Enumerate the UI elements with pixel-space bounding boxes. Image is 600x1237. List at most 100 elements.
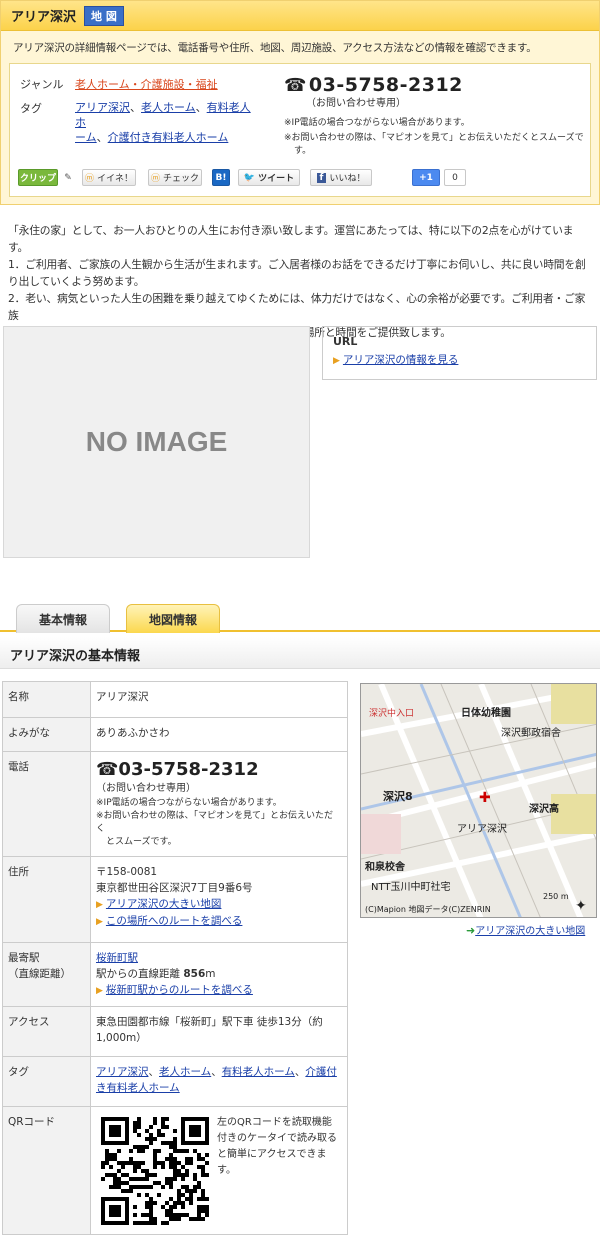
url-box: URL ▶ アリア深沢の情報を見る (322, 326, 597, 380)
url-link[interactable]: アリア深沢の情報を見る (343, 354, 459, 366)
phone-icon: ☎ (284, 75, 307, 96)
table-cell: 東急田園都市線「桜新町」駅下車 徒歩13分（約1,000m） (90, 1006, 348, 1057)
no-image-placeholder: NO IMAGE (3, 326, 310, 558)
arrow-icon: ▶ (96, 900, 103, 910)
go-icon: ➜ (466, 924, 476, 937)
table-row: タグ アリア深沢、老人ホーム、有料老人ホーム、介護付き有料老人ホーム (2, 1056, 348, 1107)
mapion-note-cont: す。 (294, 146, 312, 156)
station-link[interactable]: 桜新町駅 (96, 952, 138, 964)
tag-label: タグ (20, 102, 42, 115)
iine-button[interactable]: ⓜ イイネ！ (82, 169, 136, 186)
map-label: 和泉校舎 (365, 862, 405, 873)
page-description: アリア深沢の詳細情報ページでは、電話番号や住所、地図、周辺施設、アクセス方法など… (13, 42, 537, 54)
table-row: 最寄駅 （直線距離） 桜新町駅 駅からの直線距離 856m ▶ 桜新町駅からのルート… (2, 942, 348, 1007)
mapion-note: ※お問い合わせの際は、「マピオンを見て」とお伝えいただくとスムーズで (284, 133, 584, 143)
table-row: 名称 アリア深沢 (2, 681, 348, 718)
map-credit: (C)Mapion 地図データ(C)ZENRIN (365, 905, 491, 914)
table-phone-note: （お問い合わせ専用） (96, 783, 196, 794)
header-panel: アリア深沢 地 図 アリア深沢の詳細情報ページでは、電話番号や住所、地図、周辺施… (0, 0, 600, 205)
map-label: 深沢中入口 (369, 709, 415, 719)
tweet-button[interactable]: 🐦 ツイート (238, 169, 300, 186)
intro-line: 「永住の家」として、お一人おひとりの人生にお付き添い致します。運営にあたっては、… (8, 224, 574, 254)
phone-number: ☎ 03-5758-2312 (284, 74, 463, 96)
tag-link[interactable]: 老人ホーム (141, 101, 196, 114)
info-box: ジャンル 老人ホーム・介護施設・福祉 タグ アリア深沢、老人ホーム、有料老人ホ … (9, 63, 591, 197)
address: 東京都世田谷区深沢7丁目9番6号 (96, 882, 253, 894)
svg-text:✚: ✚ (479, 790, 491, 806)
table-cell: 左のQRコードを読取機能付きのケータイで読み取ると簡単にアクセスできます。 (90, 1106, 348, 1235)
table-row: アクセス 東急田園都市線「桜新町」駅下車 徒歩13分（約1,000m） (2, 1006, 348, 1057)
table-header-cell: QRコード (2, 1106, 91, 1235)
twitter-icon: 🐦 (243, 172, 256, 183)
station-route-link[interactable]: 桜新町駅からのルートを調べる (106, 984, 253, 996)
table-cell: アリア深沢 (90, 681, 348, 718)
check-button[interactable]: ⓜ チェック (148, 169, 202, 186)
table-mapion-note-cont: とスムーズです。 (106, 837, 177, 847)
arrow-icon: ▶ (96, 986, 103, 996)
qr-description: 左のQRコードを読取機能付きのケータイで読み取ると簡単にアクセスできます。 (217, 1117, 337, 1176)
google-plus-button[interactable]: +1 (412, 169, 440, 186)
hatena-bookmark-button[interactable]: B! (212, 169, 230, 186)
intro-line: り出していくよう努めます。 (8, 275, 145, 288)
tag-link[interactable]: 介護付き有料老人ホーム (108, 131, 229, 144)
map-thumbnail[interactable]: ✚ 深沢中入口 日体幼稚園 深沢郵政宿舎 深沢8 深沢高 アリア深沢 和泉校舎 … (360, 683, 597, 918)
table-cell: アリア深沢、老人ホーム、有料老人ホーム、介護付き有料老人ホーム (90, 1056, 348, 1107)
tag-link[interactable]: ーム (75, 131, 97, 144)
table-header-cell: よみがな (2, 717, 91, 752)
map-badge[interactable]: 地 図 (84, 5, 124, 26)
table-header-cell: 電話 (2, 751, 91, 857)
big-map-link-row: ➜アリア深沢の大きい地図 (466, 922, 585, 937)
table-cell: ありあふかさわ (90, 717, 348, 752)
facebook-like-button[interactable]: f いいね！ (310, 169, 372, 186)
table-header-cell: 名称 (2, 681, 91, 718)
page-title: アリア深沢 (11, 10, 77, 25)
compass-icon: ✦ (575, 898, 587, 914)
clip-button[interactable]: クリップ (18, 169, 58, 186)
tab-map-info[interactable]: 地図情報 (126, 604, 220, 633)
table-header-cell: 住所 (2, 856, 91, 943)
map-label: アリア深沢 (457, 824, 507, 835)
tag-link[interactable]: アリア深沢 (96, 1066, 149, 1078)
map-big-link[interactable]: アリア深沢の大きい地図 (475, 926, 585, 937)
tag-link[interactable]: アリア深沢 (75, 101, 130, 114)
table-header-cell: アクセス (2, 1006, 91, 1057)
evernote-icon[interactable]: ✎ (60, 169, 76, 186)
table-header-cell: 最寄駅 （直線距離） (2, 942, 91, 1007)
facebook-icon: f (316, 172, 327, 183)
section-title: アリア深沢の基本情報 (0, 637, 600, 669)
genre-label: ジャンル (20, 78, 64, 91)
table-row: よみがな ありあふかさわ (2, 717, 348, 752)
table-cell: ☎03-5758-2312 （お問い合わせ専用） ※IP電話の場合つながらない場… (90, 751, 348, 857)
tab-bar: 基本情報 地図情報 (0, 600, 600, 633)
table-ip-note: ※IP電話の場合つながらない場合があります。 (96, 798, 282, 808)
map-label: NTT玉川中町社宅 (371, 882, 451, 893)
map-scale: 250 m (543, 892, 569, 901)
table-mapion-note: ※お問い合わせの際は、「マピオンを見て」とお伝えいただく (96, 811, 334, 834)
tag-link[interactable]: 老人ホーム (159, 1066, 211, 1078)
tag-list: アリア深沢、老人ホーム、有料老人ホ ーム、介護付き有料老人ホーム (75, 101, 251, 144)
map-label: 日体幼稚園 (461, 708, 511, 719)
title-bar: アリア深沢 地 図 (1, 1, 599, 31)
arrow-icon: ▶ (96, 917, 103, 927)
tab-basic-info[interactable]: 基本情報 (16, 604, 110, 633)
table-cell: 〒158-0081 東京都世田谷区深沢7丁目9番6号 ▶ アリア深沢の大きい地図 … (90, 856, 348, 943)
table-row: 住所 〒158-0081 東京都世田谷区深沢7丁目9番6号 ▶ アリア深沢の大きい… (2, 856, 348, 943)
zip-code: 〒158-0081 (96, 866, 158, 878)
phone-icon: ☎ (96, 759, 119, 780)
basic-info-table: 名称 アリア深沢 よみがな ありあふかさわ 電話 ☎03-5758-2312 （お問… (2, 681, 348, 1235)
mixi-icon: ⓜ (84, 174, 94, 184)
intro-line: 2．老い、病気といった人生の困難を乗り越えてゆくためには、体力だけではなく、心の… (8, 292, 586, 322)
google-plus-count: 0 (444, 169, 466, 186)
route-link[interactable]: この場所へのルートを調べる (106, 915, 243, 927)
table-header-cell: タグ (2, 1056, 91, 1107)
map-label: 深沢8 (383, 790, 413, 803)
big-map-link[interactable]: アリア深沢の大きい地図 (106, 898, 222, 910)
genre-link[interactable]: 老人ホーム・介護施設・福祉 (75, 76, 218, 92)
intro-text: 「永住の家」として、お一人おひとりの人生にお付き添い致します。運営にあたっては、… (8, 222, 593, 341)
map-label: 深沢高 (529, 804, 559, 815)
ip-note: ※IP電話の場合つながらない場合があります。 (284, 118, 470, 128)
table-cell: 桜新町駅 駅からの直線距離 856m ▶ 桜新町駅からのルートを調べる (90, 942, 348, 1007)
table-phone: ☎03-5758-2312 (96, 759, 259, 780)
tag-link[interactable]: 有料老人ホーム (222, 1066, 295, 1078)
url-heading: URL (333, 335, 358, 348)
